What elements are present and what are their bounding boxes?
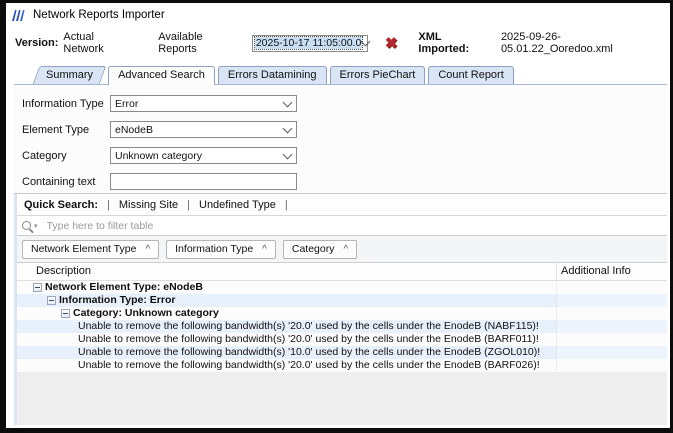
xml-imported-label: XML Imported: (418, 31, 494, 55)
group-chip-category[interactable]: Category ^ (283, 240, 357, 259)
row-text: Unable to remove the following bandwidth… (78, 333, 539, 346)
table-row[interactable]: Unable to remove the following bandwidth… (14, 320, 667, 333)
row-text: Category: Unknown category (73, 307, 219, 320)
group-chip-network-element-type[interactable]: Network Element Type ^ (22, 240, 159, 259)
tab-errors-piechart[interactable]: Errors PieChart (330, 66, 426, 84)
chevron-down-icon (283, 149, 293, 159)
group-row[interactable]: Category: Unknown category (14, 307, 667, 320)
row-text: Unable to remove the following bandwidth… (78, 346, 540, 359)
group-row[interactable]: Information Type: Error (14, 294, 667, 307)
row-text: Unable to remove the following bandwidth… (78, 320, 539, 333)
additional-info-cell (556, 359, 667, 372)
collapse-icon[interactable] (61, 309, 70, 318)
chip-label: Network Element Type (31, 243, 136, 255)
containing-text-input[interactable] (110, 173, 297, 190)
information-type-label: Information Type (22, 98, 104, 110)
search-icon (22, 221, 31, 230)
results-tree-table: Network Element Type: eNodeBInformation … (14, 281, 667, 372)
tab-count-report[interactable]: Count Report (428, 66, 513, 84)
form-row-containing-text: Containing text (14, 173, 667, 190)
sort-ascending-icon: ^ (145, 244, 150, 255)
tab-label: Errors PieChart (340, 69, 416, 81)
additional-info-cell (556, 320, 667, 333)
available-reports-label: Available Reports (158, 31, 243, 55)
containing-text-label: Containing text (22, 176, 95, 188)
additional-info-cell (556, 333, 667, 346)
table-row[interactable]: Unable to remove the following bandwidth… (14, 346, 667, 359)
separator: | (107, 199, 110, 211)
undefined-type-link[interactable]: Undefined Type (199, 199, 276, 211)
group-row[interactable]: Network Element Type: eNodeB (14, 281, 667, 294)
chevron-down-icon (361, 37, 371, 47)
element-type-label: Element Type (22, 124, 89, 136)
delete-report-icon[interactable]: ✖ (385, 36, 398, 51)
row-text: Network Element Type: eNodeB (45, 281, 203, 294)
sort-ascending-icon: ^ (343, 244, 348, 255)
field-value: Unknown category (115, 150, 202, 162)
filter-table-input[interactable] (45, 219, 469, 233)
xml-imported-value: 2025-09-26-05.01.22_Ooredoo.xml (501, 31, 670, 55)
available-reports-select[interactable]: 2025-10-17 11:05:00.0 (252, 35, 368, 52)
selected-report-value: 2025-10-17 11:05:00.0 (255, 37, 362, 49)
panel-edge-strip (14, 194, 17, 425)
collapse-icon[interactable] (47, 296, 56, 305)
field-value: eNodeB (115, 124, 153, 136)
chip-label: Information Type (175, 243, 253, 255)
quick-search-bar: Quick Search: | Missing Site | Undefined Ty… (14, 194, 667, 216)
chevron-down-icon (283, 123, 293, 133)
tab-label: Errors Datamining (228, 69, 317, 81)
additional-info-cell (556, 281, 667, 294)
table-empty-area (14, 372, 667, 425)
sort-ascending-icon: ^ (262, 244, 267, 255)
quick-search-links: | Missing Site | Undefined Type | (98, 199, 297, 211)
separator: | (187, 199, 190, 211)
table-header: Description Additional Info (14, 263, 667, 281)
chip-label: Category (292, 243, 335, 255)
column-header-additional-info[interactable]: Additional Info (561, 265, 631, 277)
window-title: Network Reports Importer (33, 9, 165, 21)
additional-info-cell (556, 346, 667, 359)
tab-advanced-search[interactable]: Advanced Search (108, 66, 215, 85)
column-divider (556, 263, 557, 280)
element-type-select[interactable]: eNodeB (110, 121, 297, 138)
row-text: Unable to remove the following bandwidth… (78, 359, 540, 372)
category-select[interactable]: Unknown category (110, 147, 297, 164)
search-options-caret-icon[interactable]: ▾ (34, 223, 38, 230)
form-row-element-type: Element Type eNodeB (14, 121, 667, 138)
network-reports-importer-window: Network Reports Importer Version: Actual… (0, 0, 673, 433)
collapse-icon[interactable] (33, 283, 42, 292)
tab-summary[interactable]: Summary (33, 66, 107, 84)
information-type-select[interactable]: Error (110, 95, 297, 112)
chevron-down-icon (283, 97, 293, 107)
form-row-category: Category Unknown category (14, 147, 667, 164)
row-text: Information Type: Error (59, 294, 175, 307)
form-row-information-type: Information Type Error (14, 95, 667, 112)
title-bar: Network Reports Importer (6, 3, 670, 27)
table-row[interactable]: Unable to remove the following bandwidth… (14, 333, 667, 346)
additional-info-cell (556, 294, 667, 307)
column-header-description[interactable]: Description (36, 265, 91, 277)
missing-site-link[interactable]: Missing Site (119, 199, 178, 211)
version-value: Actual Network (63, 31, 136, 55)
tab-errors-datamining[interactable]: Errors Datamining (218, 66, 327, 84)
table-row[interactable]: Unable to remove the following bandwidth… (14, 359, 667, 372)
app-logo-icon (11, 9, 27, 22)
advanced-search-panel: Information Type Error Element Type eNodeB C… (14, 84, 667, 425)
tab-label: Summary (46, 69, 93, 81)
top-bar: Version: Actual Network Available Report… (6, 27, 670, 59)
grouping-band: Network Element Type^Information Type^Ca… (14, 236, 667, 263)
separator: | (285, 199, 288, 211)
tab-label: Count Report (438, 69, 503, 81)
field-value: Error (115, 98, 138, 110)
quick-search-label: Quick Search: (24, 199, 98, 211)
version-label: Version: (15, 37, 58, 49)
filter-bar: ▾ (14, 216, 667, 236)
group-chip-information-type[interactable]: Information Type ^ (166, 240, 276, 259)
tab-label: Advanced Search (118, 69, 205, 81)
tab-bar: Summary Advanced Search Errors Datamining E… (36, 65, 514, 84)
additional-info-cell (556, 307, 667, 320)
category-label: Category (22, 150, 67, 162)
